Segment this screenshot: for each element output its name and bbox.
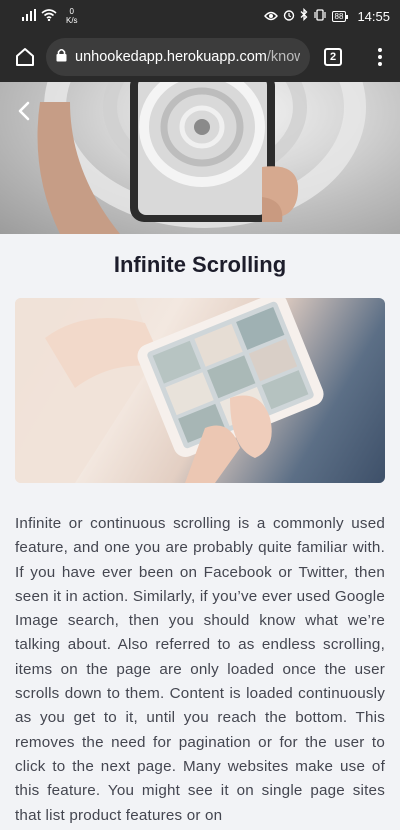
wifi-icon (41, 8, 57, 24)
status-right: 88 14:55 (263, 7, 390, 24)
address-bar[interactable]: unhookedapp.herokuapp.com/knowle (46, 38, 310, 76)
status-bar: 0 K/s 88 14:55 (0, 0, 400, 32)
chevron-left-icon (18, 101, 30, 121)
network-speed-unit: K/s (66, 16, 78, 25)
status-left: 0 K/s (22, 7, 78, 25)
home-icon (16, 48, 34, 66)
hero-image (0, 82, 400, 234)
vibrate-icon (313, 8, 327, 24)
lock-icon (56, 48, 67, 67)
signal-icon (22, 8, 36, 24)
url-text: unhookedapp.herokuapp.com/knowle (75, 49, 300, 65)
network-speed-value: 0 (69, 7, 74, 16)
menu-dot (378, 48, 382, 52)
browser-menu-button[interactable] (370, 44, 390, 70)
article-illustration (15, 298, 324, 483)
clock: 14:55 (357, 8, 390, 24)
alarm-icon (283, 9, 295, 24)
eye-icon (263, 9, 278, 24)
url-path: /knowle (266, 49, 300, 65)
article-body: Infinite or continuous scrolling is a co… (15, 515, 385, 824)
menu-dot (378, 62, 382, 66)
browser-toolbar: unhookedapp.herokuapp.com/knowle 2 (0, 32, 400, 82)
article-image (15, 298, 385, 483)
back-button[interactable] (14, 98, 34, 124)
home-button[interactable] (12, 44, 38, 70)
page-title: Infinite Scrolling (113, 252, 287, 277)
tab-switcher-button[interactable]: 2 (324, 48, 342, 66)
hero-illustration (37, 82, 366, 234)
url-host: unhookedapp.herokuapp.com (75, 49, 267, 65)
battery-indicator: 88 (331, 10, 349, 22)
menu-dot (378, 55, 382, 59)
network-speed: 0 K/s (66, 7, 78, 25)
bluetooth-icon (300, 7, 308, 24)
